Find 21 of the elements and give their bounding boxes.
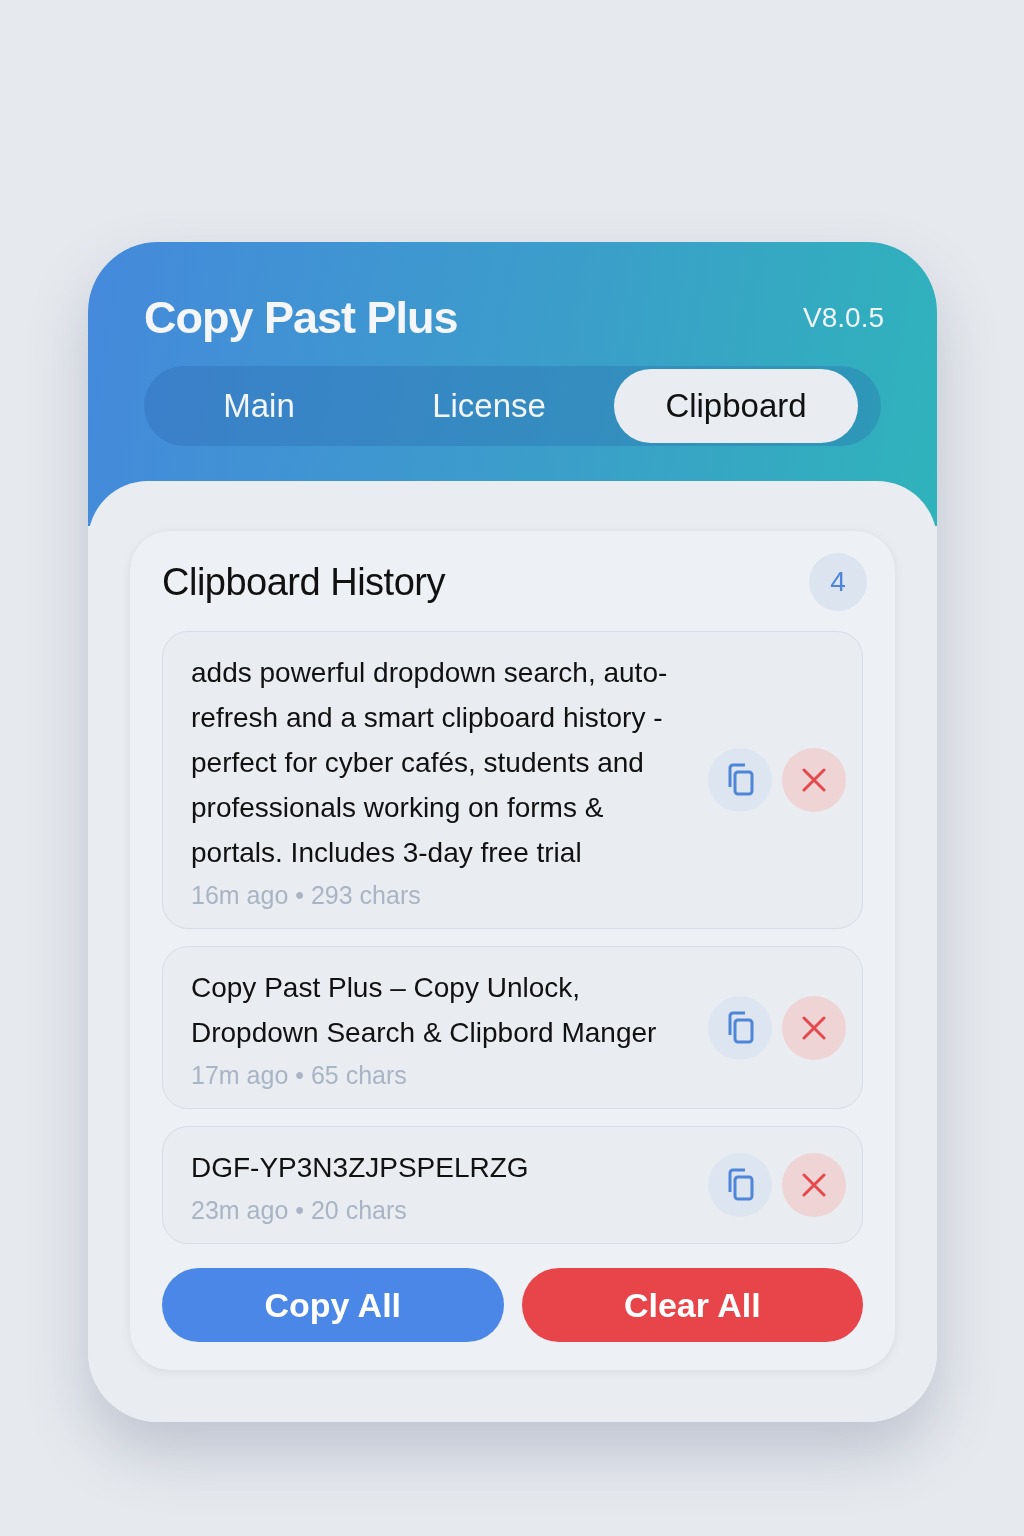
clip-text: adds powerful dropdown search, auto-refresh and a smart clipboard history - perfect for cyber cafés, students and professionals working on forms & portals. Includes 3-day free trial — [191, 656, 669, 870]
close-icon — [802, 768, 826, 792]
section-title: Clipboard History — [162, 560, 445, 604]
tab[interactable]: Clipboard — [614, 369, 858, 443]
clip-text: DGF-YP3N3ZJPSPELRZG — [191, 1151, 530, 1185]
app-title: Copy Past Plus — [144, 292, 458, 344]
tab[interactable]: Main — [144, 369, 374, 443]
copy-all-button[interactable]: Copy All — [162, 1268, 504, 1342]
history-item[interactable] — [162, 631, 863, 929]
version-label: V8.0.5 — [803, 302, 884, 334]
clip-meta: 16m ago • 293 chars — [191, 881, 422, 910]
close-icon — [802, 1173, 826, 1197]
tab[interactable]: License — [374, 369, 604, 443]
count-badge: 4 — [809, 553, 867, 611]
clear-all-button[interactable]: Clear All — [521, 1268, 863, 1342]
clip-text: Copy Past Plus – Copy Unlock, Dropdown Search & Clipbord Manger — [191, 971, 658, 1050]
history-item[interactable]: Copy Past Plus – Copy Unlock, Dropdown Search & Clipbord Manger 17m ago • 65 chars — [162, 946, 863, 1109]
close-icon — [802, 1015, 826, 1040]
clip-meta: 17m ago • 65 chars — [191, 1061, 408, 1090]
history-item[interactable]: DGF-YP3N3ZJPSPELRZG 23m ago • 20 chars — [162, 1126, 863, 1244]
clip-meta: 23m ago • 20 chars — [191, 1196, 408, 1225]
